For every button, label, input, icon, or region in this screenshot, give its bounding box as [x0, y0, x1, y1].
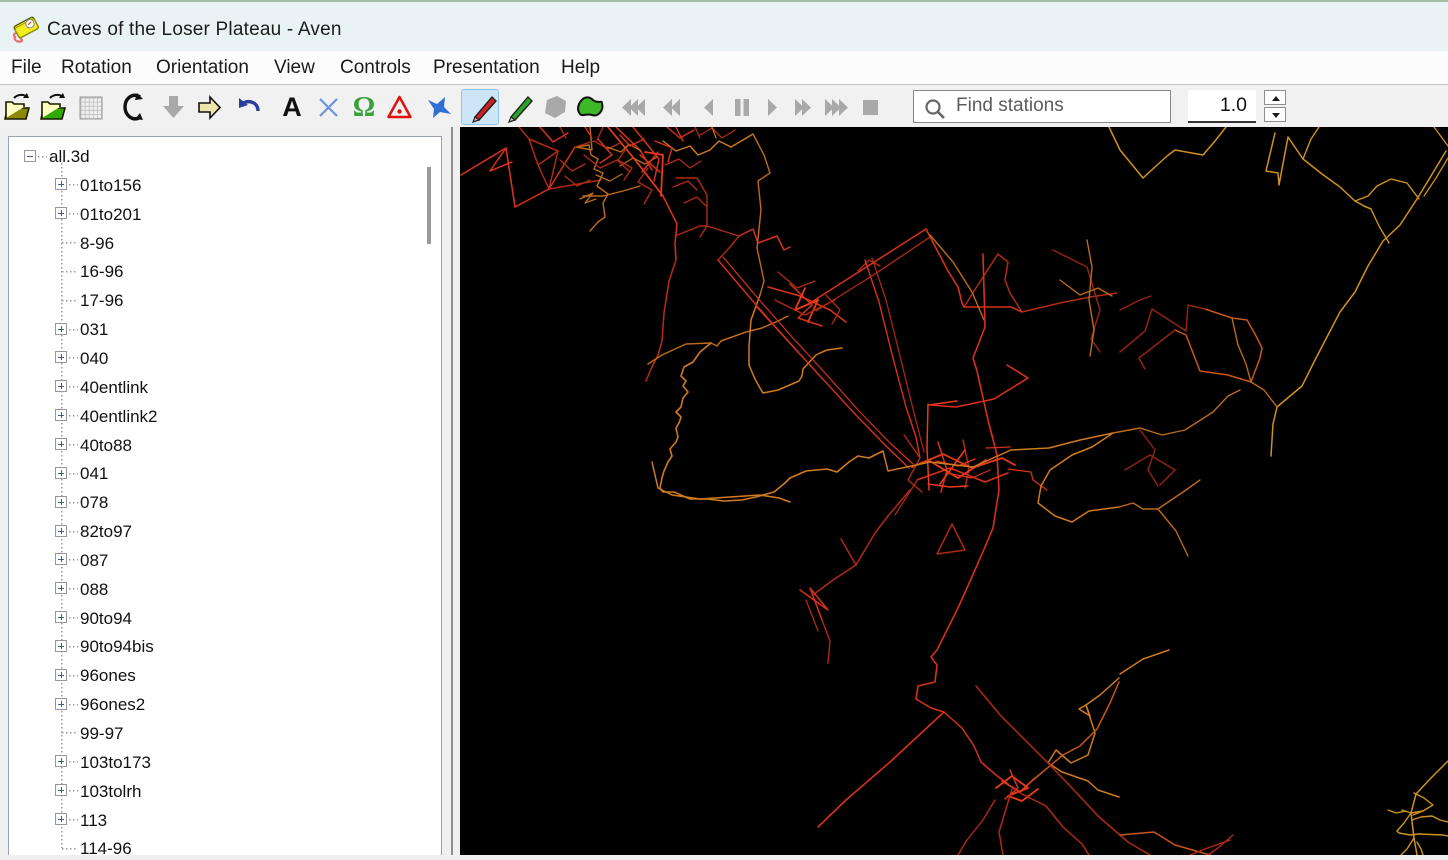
svg-text:A: A — [282, 92, 302, 122]
svg-text:Ω: Ω — [353, 92, 375, 123]
